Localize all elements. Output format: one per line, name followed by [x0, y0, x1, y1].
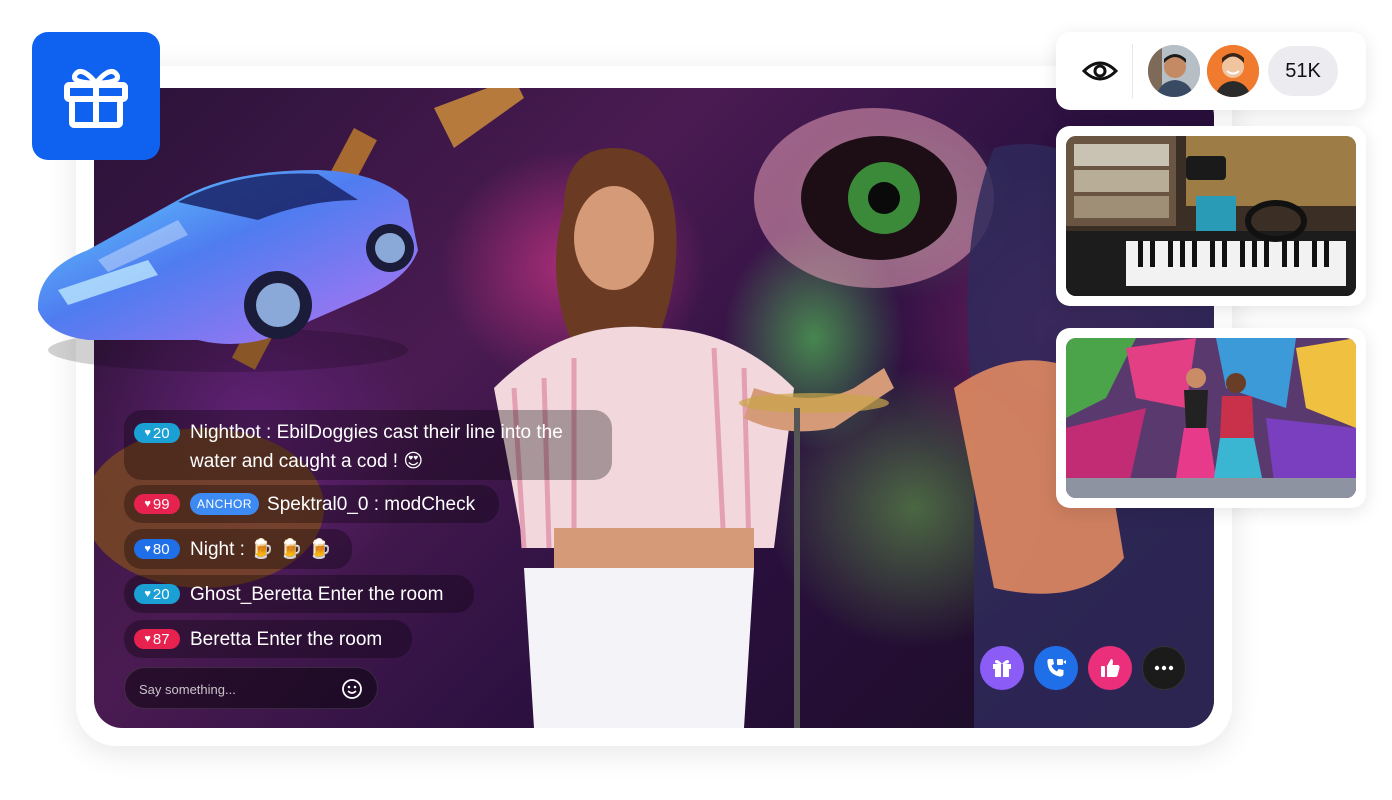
video-call-button[interactable]	[1034, 646, 1078, 690]
divider	[1132, 44, 1133, 98]
studio-scene	[1066, 136, 1356, 296]
chat-message-text: Spektral0_0 : modCheck	[267, 493, 476, 515]
level-badge: ♥ 20	[134, 584, 180, 604]
video-call-icon	[1047, 659, 1066, 677]
stream-thumbnail[interactable]	[1056, 126, 1366, 306]
chat-message-text: Ghost_Beretta Enter the room	[190, 583, 444, 605]
avatar-image	[1148, 45, 1200, 97]
chat-message: ♥ 80 Night : 🍺 🍺 🍺	[124, 529, 352, 569]
gift-icon	[993, 660, 1011, 677]
level-badge: ♥ 20	[134, 423, 180, 443]
chat-message: ♥ 20 Nightbot : EbilDoggies cast their li…	[124, 410, 612, 480]
anchor-tag: ANCHOR	[190, 493, 260, 515]
like-button[interactable]	[1088, 646, 1132, 690]
chat-message-text: Beretta Enter the room	[190, 628, 383, 650]
level-badge: ♥ 87	[134, 629, 180, 649]
chat-message: ♥ 87 Beretta Enter the room	[124, 620, 412, 658]
dancers-scene	[1066, 338, 1356, 498]
avatar-image	[1207, 45, 1259, 97]
thumbs-up-icon	[1101, 659, 1120, 677]
diamond-icon: ♥	[144, 587, 151, 600]
diamond-icon: ♥	[144, 542, 151, 555]
diamond-icon: ♥	[144, 497, 151, 510]
gift-icon	[64, 68, 128, 128]
eye-icon	[1082, 61, 1118, 81]
level-badge: ♥ 99	[134, 494, 180, 514]
level-badge: ♥ 80	[134, 539, 180, 559]
more-icon	[1154, 665, 1174, 671]
stream-thumbnail-image	[1066, 136, 1356, 296]
smiley-icon[interactable]	[341, 678, 363, 700]
chat-input[interactable]	[137, 668, 331, 710]
chat-message: ♥ 99 ANCHOR Spektral0_0 : modCheck	[124, 485, 499, 523]
chat-message-text-continued: water and caught a cod ! 😍	[190, 451, 424, 472]
chat-message-text: Night : 🍺 🍺 🍺	[190, 538, 332, 560]
chat-message: ♥ 20 Ghost_Beretta Enter the room	[124, 575, 474, 613]
more-button[interactable]	[1142, 646, 1186, 690]
stream-thumbnail-image	[1066, 338, 1356, 498]
send-gift-button[interactable]	[980, 646, 1024, 690]
stream-thumbnail[interactable]	[1056, 328, 1366, 508]
car-gift-animation	[37, 170, 418, 372]
diamond-icon: ♥	[144, 426, 151, 439]
diamond-icon: ♥	[144, 632, 151, 645]
viewers-card: 51K	[1056, 32, 1366, 110]
viewer-count: 51K	[1268, 46, 1338, 96]
avatar[interactable]	[1148, 45, 1200, 97]
avatar[interactable]	[1207, 45, 1259, 97]
chat-input-box	[124, 667, 378, 710]
chat-message-text: Nightbot : EbilDoggies cast their line i…	[190, 422, 563, 443]
